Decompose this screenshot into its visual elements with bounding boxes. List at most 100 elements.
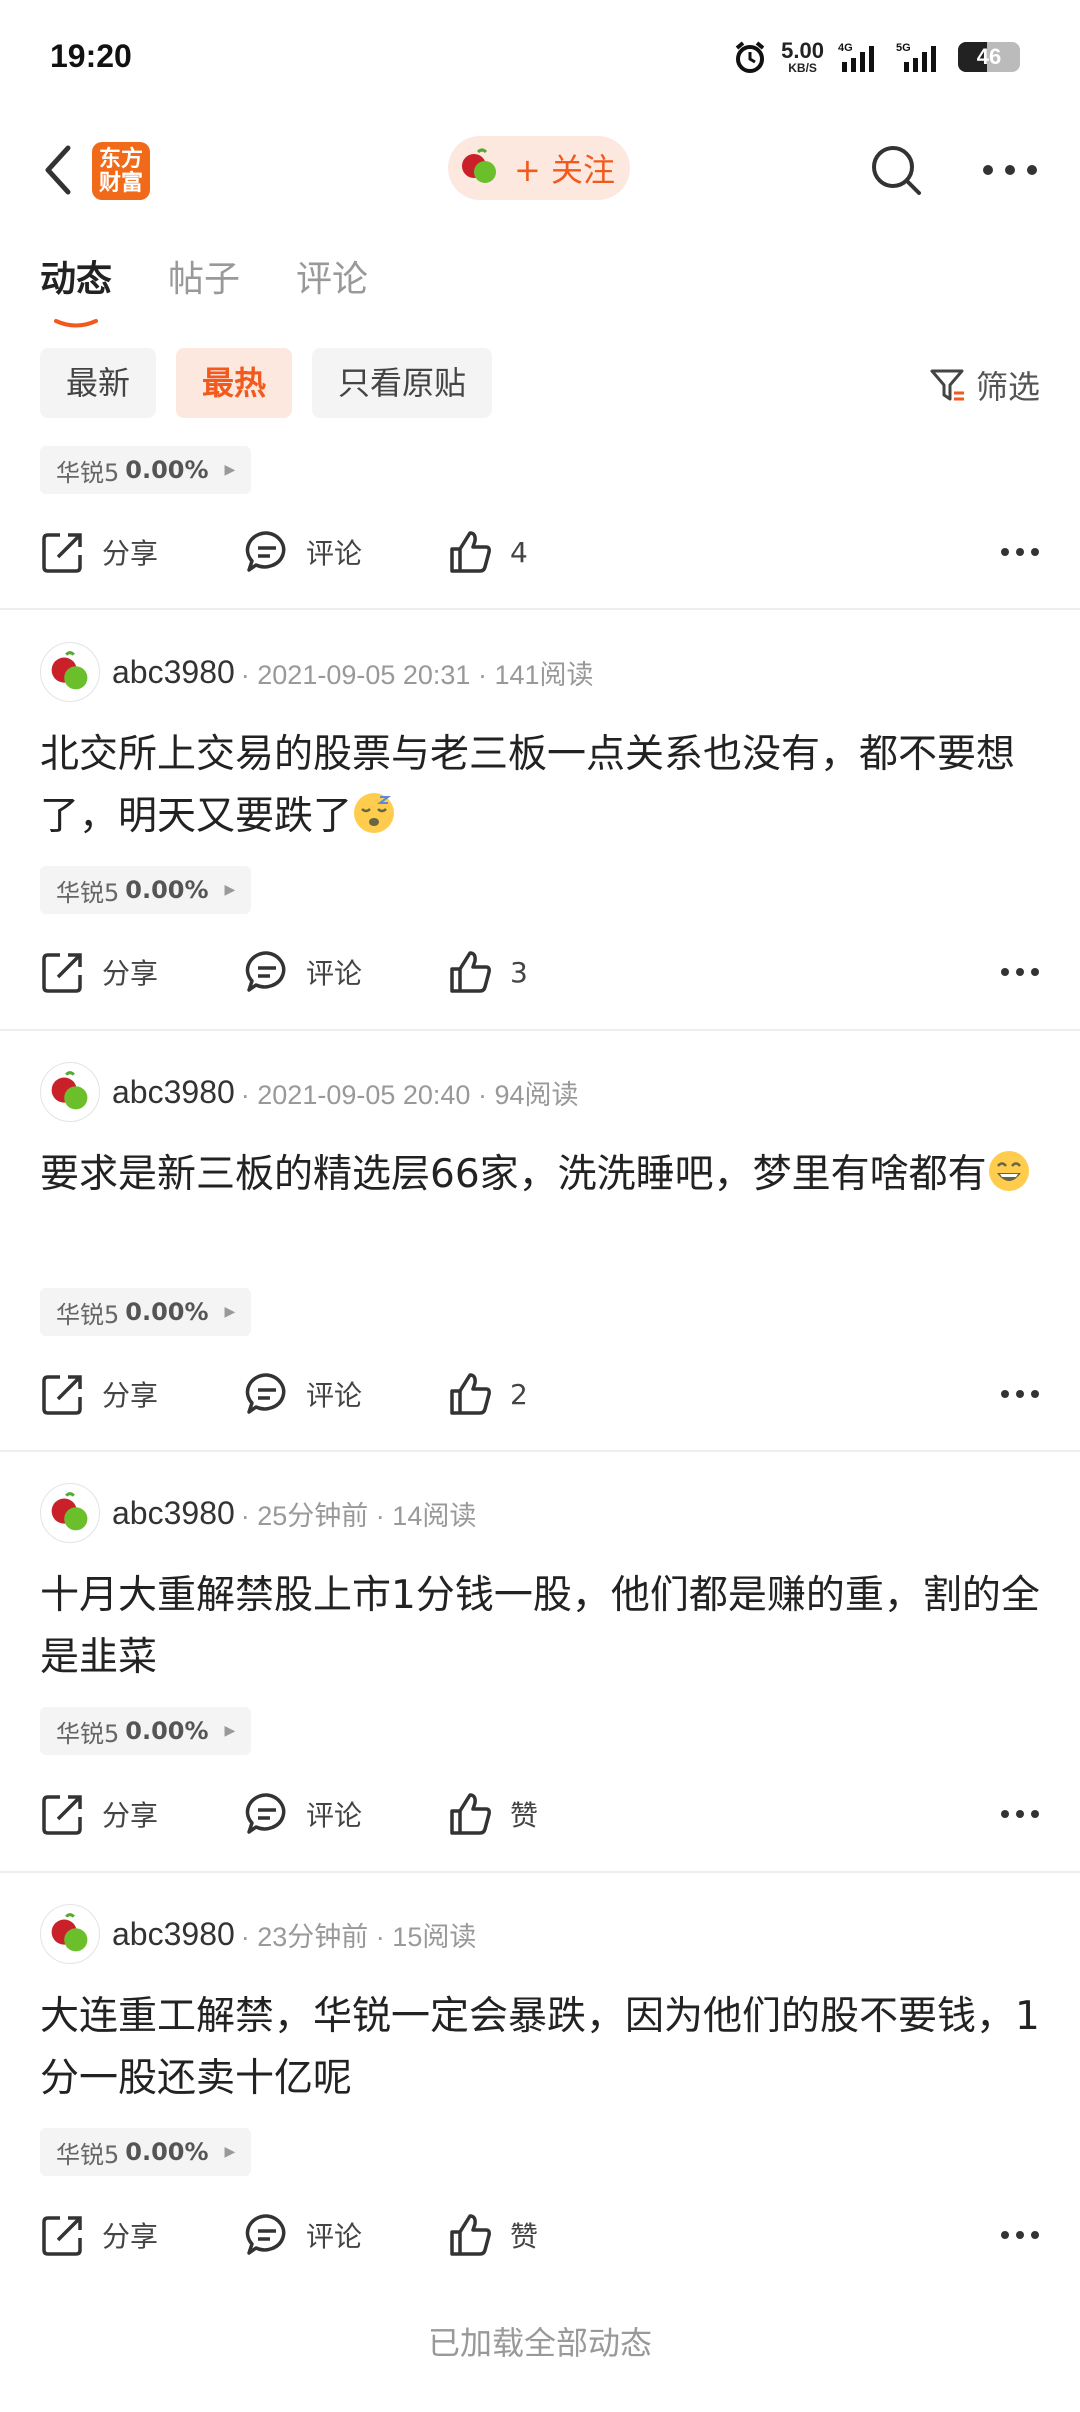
like-button[interactable]: 3 xyxy=(448,949,688,995)
share-button[interactable]: 分享 xyxy=(40,1371,244,1417)
filter-original-only[interactable]: 只看原贴 xyxy=(312,348,493,418)
stock-tag[interactable]: 华锐5 0.00% ▶ xyxy=(40,1288,252,1336)
post-actions: 分享 评论 2 xyxy=(40,1364,1040,1424)
comment-icon xyxy=(245,1373,286,1414)
alarm-icon xyxy=(735,41,765,73)
more-icon[interactable] xyxy=(1000,546,1040,558)
search-icon[interactable] xyxy=(868,142,924,198)
post-actions: 分享 评论 3 xyxy=(40,942,1040,1002)
more-icon[interactable] xyxy=(1000,2229,1040,2241)
thumbs-up-icon xyxy=(450,2214,491,2256)
post-meta: · 2021-09-05 20:40 · 94阅读 xyxy=(240,1079,579,1110)
share-icon xyxy=(42,2216,82,2256)
avatar[interactable] xyxy=(40,1904,100,1964)
like-button[interactable]: 4 xyxy=(448,529,688,575)
comment-icon xyxy=(245,531,286,572)
comment-button[interactable]: 评论 xyxy=(244,949,448,995)
status-time: 19:20 xyxy=(50,38,132,74)
stock-tag[interactable]: 华锐5 0.00% ▶ xyxy=(40,1707,252,1755)
share-icon xyxy=(42,953,82,993)
post-header: abc3980 · 23分钟前 · 15阅读 xyxy=(40,1902,476,1966)
divider xyxy=(0,1871,1080,1873)
battery-icon: 46 xyxy=(958,42,1020,72)
comment-button[interactable]: 评论 xyxy=(244,1791,448,1837)
share-button[interactable]: 分享 xyxy=(40,529,244,575)
like-button[interactable]: 赞 xyxy=(448,2212,688,2258)
filter-button[interactable]: 筛选 xyxy=(928,362,1040,408)
apple-avatar-icon xyxy=(462,148,496,183)
avatar[interactable] xyxy=(40,1483,100,1543)
like-button[interactable]: 赞 xyxy=(448,1791,688,1837)
post-header: abc3980 · 2021-09-05 20:40 · 94阅读 xyxy=(40,1060,578,1124)
post-content[interactable]: 十月大重解禁股上市1分钱一股，他们都是赚的重，割的全是韭菜 xyxy=(40,1565,1050,1689)
post-actions: 分享 评论 赞 xyxy=(40,2205,1040,2265)
share-button[interactable]: 分享 xyxy=(40,1791,244,1837)
avatar[interactable] xyxy=(40,642,100,702)
filter-chips: 最新 最热 只看原贴 xyxy=(40,348,493,418)
sleepy-face-emoji xyxy=(354,793,395,833)
post-meta: · 2021-09-05 20:31 · 141阅读 xyxy=(240,659,594,690)
content-tabs: 动态 帖子 评论 xyxy=(40,250,368,328)
divider xyxy=(0,608,1080,610)
thumbs-up-icon xyxy=(450,1373,491,1415)
username[interactable]: abc3980 xyxy=(112,1074,235,1111)
username[interactable]: abc3980 xyxy=(112,1495,235,1532)
divider xyxy=(0,1029,1080,1031)
share-icon xyxy=(42,1795,82,1835)
comment-icon xyxy=(245,2214,286,2255)
comment-button[interactable]: 评论 xyxy=(244,2212,448,2258)
share-button[interactable]: 分享 xyxy=(40,949,244,995)
more-options-icon[interactable] xyxy=(980,160,1040,180)
post-content[interactable]: 大连重工解禁，华锐一定会暴跌，因为他们的股不要钱，1分一股还卖十亿呢 xyxy=(40,1986,1050,2110)
post-actions: 分享 评论 4 xyxy=(40,522,1040,582)
post-meta: · 25分钟前 · 14阅读 xyxy=(240,1500,477,1531)
load-complete-text: 已加载全部动态 xyxy=(427,2324,652,2362)
stock-tag[interactable]: 华锐5 0.00% ▶ xyxy=(40,866,252,914)
follow-button[interactable]: + 关注 xyxy=(448,136,630,200)
filter-latest[interactable]: 最新 xyxy=(40,348,157,418)
thumbs-up-icon xyxy=(450,531,491,573)
divider xyxy=(0,1450,1080,1452)
thumbs-up-icon xyxy=(450,951,491,993)
tab-posts[interactable]: 帖子 xyxy=(168,250,240,302)
svg-text:5G: 5G xyxy=(896,42,911,54)
svg-text:4G: 4G xyxy=(838,42,853,54)
more-icon[interactable] xyxy=(1000,1388,1040,1400)
network-speed: 5.00 KB/S xyxy=(781,38,824,75)
post-header: abc3980 · 25分钟前 · 14阅读 xyxy=(40,1481,476,1545)
share-icon xyxy=(42,1375,82,1415)
comment-icon xyxy=(245,951,286,992)
post-meta: · 23分钟前 · 15阅读 xyxy=(240,1921,477,1952)
more-icon[interactable] xyxy=(1000,966,1040,978)
thumbs-up-icon xyxy=(450,1793,491,1835)
stock-tag[interactable]: 华锐5 0.00% ▶ xyxy=(40,446,252,494)
comment-icon xyxy=(245,1793,286,1834)
status-icons: 5.00 KB/S 4G 5G 46 xyxy=(733,40,1020,74)
funnel-icon xyxy=(930,369,964,401)
comment-button[interactable]: 评论 xyxy=(244,529,448,575)
like-button[interactable]: 2 xyxy=(448,1371,688,1417)
grinning-face-emoji xyxy=(988,1151,1029,1191)
status-bar: 19:20 5.00 KB/S 4G 5G 46 xyxy=(0,0,1080,120)
post-content[interactable]: 要求是新三板的精选层66家，洗洗睡吧，梦里有啥都有 xyxy=(40,1144,1050,1206)
east-money-logo[interactable]: 东方 财富 xyxy=(92,142,150,200)
post-actions: 分享 评论 赞 xyxy=(40,1784,1040,1844)
back-arrow-icon[interactable] xyxy=(36,142,86,198)
top-bar: 东方 财富 + 关注 xyxy=(0,120,1080,220)
tab-dynamics[interactable]: 动态 xyxy=(40,250,112,328)
tab-comments[interactable]: 评论 xyxy=(296,250,368,302)
post-header: abc3980 · 2021-09-05 20:31 · 141阅读 xyxy=(40,640,594,704)
filter-hottest[interactable]: 最热 xyxy=(176,348,293,418)
share-button[interactable]: 分享 xyxy=(40,2212,244,2258)
signal-4g-icon: 4G xyxy=(838,42,874,72)
stock-tag[interactable]: 华锐5 0.00% ▶ xyxy=(40,2128,252,2176)
tab-underline xyxy=(54,319,98,328)
avatar[interactable] xyxy=(40,1062,100,1122)
share-icon xyxy=(42,533,82,573)
comment-button[interactable]: 评论 xyxy=(244,1371,448,1417)
signal-5g-icon: 5G xyxy=(896,42,936,72)
username[interactable]: abc3980 xyxy=(112,654,235,691)
username[interactable]: abc3980 xyxy=(112,1916,235,1953)
more-icon[interactable] xyxy=(1000,1808,1040,1820)
post-content[interactable]: 北交所上交易的股票与老三板一点关系也没有，都不要想了，明天又要跌了 xyxy=(40,724,1050,848)
